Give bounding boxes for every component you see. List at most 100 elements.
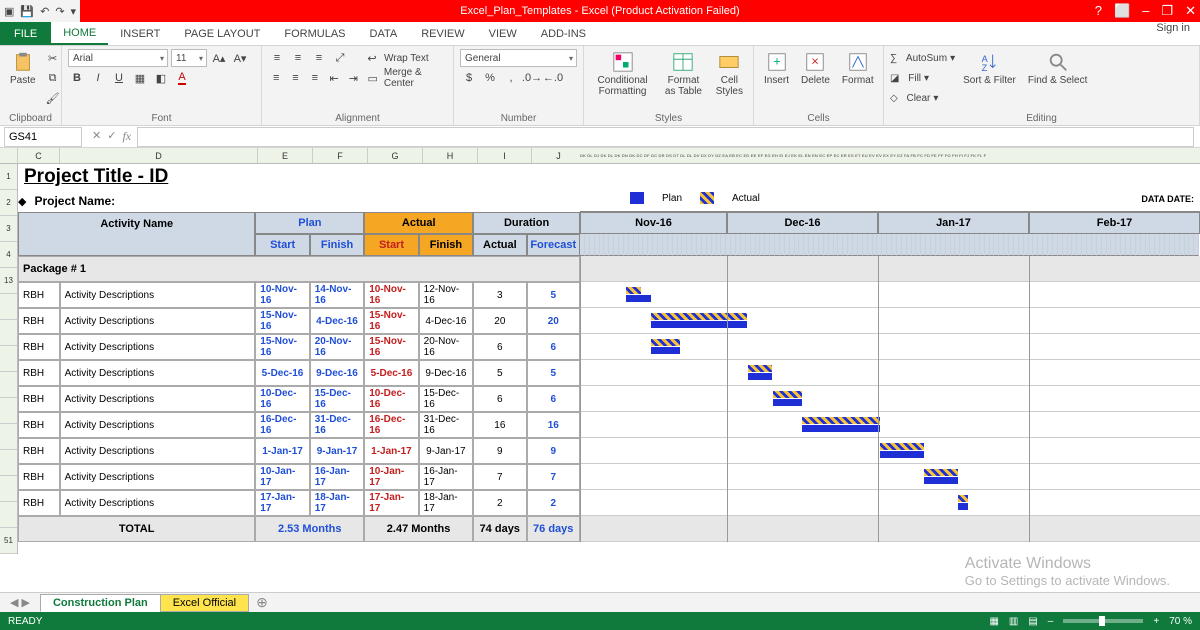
dur-actual-cell[interactable]: 6 [473,386,526,412]
tab-formulas[interactable]: FORMULAS [272,22,357,45]
zoom-out-button[interactable]: – [1048,616,1054,627]
code-cell[interactable]: RBH [18,490,60,516]
paste-button[interactable]: Paste [6,49,40,88]
actual-start-cell[interactable]: 10-Nov-16 [364,282,418,308]
plan-finish-cell[interactable]: 16-Jan-17 [310,464,364,490]
close-icon[interactable]: ✕ [1185,3,1196,19]
inc-indent-icon[interactable]: ⇥ [345,69,361,87]
tab-review[interactable]: REVIEW [409,22,476,45]
sort-filter-button[interactable]: AZSort & Filter [959,49,1020,88]
find-select-button[interactable]: Find & Select [1024,49,1091,88]
code-cell[interactable]: RBH [18,282,60,308]
plan-start-cell[interactable]: 15-Nov-16 [255,308,309,334]
plan-start-cell[interactable]: 16-Dec-16 [255,412,309,438]
align-middle-icon[interactable]: ≡ [289,49,307,67]
actual-start-cell[interactable]: 5-Dec-16 [364,360,418,386]
dur-actual-cell[interactable]: 6 [473,334,526,360]
autosum-icon[interactable]: ∑ [890,53,897,64]
code-cell[interactable]: RBH [18,360,60,386]
new-sheet-button[interactable]: ⊕ [248,594,276,611]
col-i[interactable]: I [478,148,532,163]
file-tab[interactable]: FILE [0,22,51,45]
zoom-level[interactable]: 70 % [1169,616,1192,627]
wrap-text-icon[interactable]: ↩ [363,49,381,67]
tab-view[interactable]: VIEW [477,22,529,45]
dur-forecast-cell[interactable]: 5 [527,282,580,308]
dur-actual-cell[interactable]: 2 [473,490,526,516]
actual-start-cell[interactable]: 17-Jan-17 [364,490,418,516]
plan-finish-cell[interactable]: 20-Nov-16 [310,334,364,360]
dur-actual-cell[interactable]: 3 [473,282,526,308]
code-cell[interactable]: RBH [18,334,60,360]
dur-forecast-cell[interactable]: 6 [527,334,580,360]
plan-finish-cell[interactable]: 4-Dec-16 [310,308,364,334]
zoom-in-button[interactable]: + [1153,616,1159,627]
code-cell[interactable]: RBH [18,412,60,438]
desc-cell[interactable]: Activity Descriptions [60,282,256,308]
format-cells-button[interactable]: Format [838,49,878,88]
underline-button[interactable]: U [110,69,128,87]
font-name-select[interactable]: Arial [68,49,168,67]
conditional-formatting-button[interactable]: Conditional Formatting [590,49,655,99]
actual-finish-cell[interactable]: 15-Dec-16 [419,386,473,412]
plan-start-cell[interactable]: 1-Jan-17 [255,438,309,464]
view-layout-icon[interactable]: ▥ [1009,616,1018,627]
zoom-slider[interactable] [1063,619,1143,623]
dur-forecast-cell[interactable]: 20 [527,308,580,334]
plan-start-cell[interactable]: 10-Dec-16 [255,386,309,412]
undo-icon[interactable]: ↶ [40,5,49,18]
font-color-icon[interactable]: A [173,69,191,87]
align-top-icon[interactable]: ≡ [268,49,286,67]
ribbon-options-icon[interactable]: ⬜ [1114,3,1130,19]
save-icon[interactable]: 💾 [20,5,34,18]
wrap-text-label[interactable]: Wrap Text [384,53,429,64]
dur-actual-cell[interactable]: 7 [473,464,526,490]
delete-cells-button[interactable]: ×Delete [797,49,834,88]
accounting-icon[interactable]: $ [460,69,478,87]
tab-page-layout[interactable]: PAGE LAYOUT [172,22,272,45]
desc-cell[interactable]: Activity Descriptions [60,360,256,386]
view-break-icon[interactable]: ▤ [1028,616,1037,627]
align-right-icon[interactable]: ≡ [307,69,323,87]
name-box[interactable]: GS41 [4,127,82,147]
font-size-select[interactable]: 11 [171,49,207,67]
col-e[interactable]: E [258,148,313,163]
dur-actual-cell[interactable]: 9 [473,438,526,464]
dur-forecast-cell[interactable]: 5 [527,360,580,386]
actual-finish-cell[interactable]: 31-Dec-16 [419,412,473,438]
dur-actual-cell[interactable]: 20 [473,308,526,334]
maximize-icon[interactable]: ❐ [1161,3,1173,19]
desc-cell[interactable]: Activity Descriptions [60,412,256,438]
cancel-formula-icon[interactable]: ✕ [92,129,101,144]
fill-color-icon[interactable]: ◧ [152,69,170,87]
fx-icon[interactable]: fx [122,129,131,144]
fill-label[interactable]: Fill [908,73,921,84]
orientation-icon[interactable]: ⤢ [331,49,349,67]
sheet-nav[interactable]: ◀ ▶ [0,596,40,609]
actual-start-cell[interactable]: 1-Jan-17 [364,438,418,464]
dur-actual-cell[interactable]: 16 [473,412,526,438]
plan-start-cell[interactable]: 5-Dec-16 [255,360,309,386]
dur-forecast-cell[interactable]: 6 [527,386,580,412]
cut-icon[interactable]: ✂ [44,49,62,67]
sheet-tab-excel-official[interactable]: Excel Official [160,594,249,612]
format-as-table-button[interactable]: Format as Table [659,49,708,99]
plan-finish-cell[interactable]: 31-Dec-16 [310,412,364,438]
code-cell[interactable]: RBH [18,308,60,334]
code-cell[interactable]: RBH [18,464,60,490]
align-center-icon[interactable]: ≡ [287,69,303,87]
enter-formula-icon[interactable]: ✓ [107,129,116,144]
bold-button[interactable]: B [68,69,86,87]
minimize-icon[interactable]: – [1142,3,1149,19]
tab-addins[interactable]: ADD-INS [529,22,598,45]
format-painter-icon[interactable]: 🖌 [44,89,62,107]
tab-data[interactable]: DATA [358,22,410,45]
actual-finish-cell[interactable]: 9-Dec-16 [419,360,473,386]
redo-icon[interactable]: ↷ [55,5,64,18]
desc-cell[interactable]: Activity Descriptions [60,386,256,412]
tab-insert[interactable]: INSERT [108,22,172,45]
plan-finish-cell[interactable]: 9-Jan-17 [310,438,364,464]
code-cell[interactable]: RBH [18,386,60,412]
dur-actual-cell[interactable]: 5 [473,360,526,386]
formula-input[interactable] [137,127,1194,147]
